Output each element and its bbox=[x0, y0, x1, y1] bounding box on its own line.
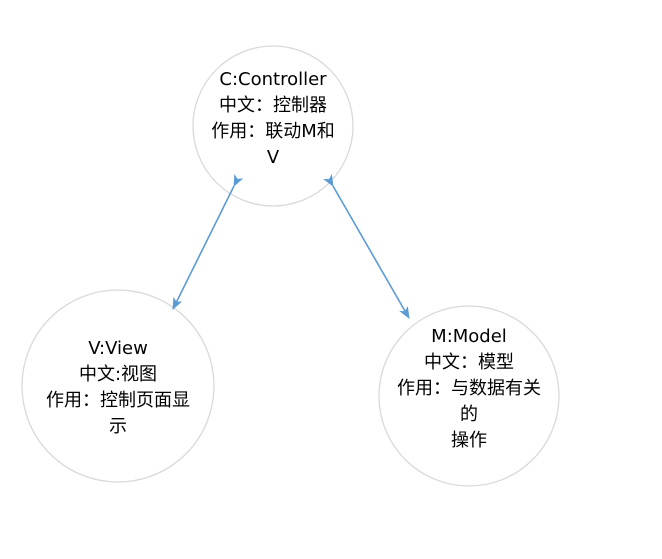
model-label: M:Model 中文：模型 作用：与数据有关 的 操作 bbox=[379, 324, 559, 454]
model-line-3: 作用：与数据有关 bbox=[397, 378, 541, 399]
view-line-3: 作用：控制页面显 bbox=[46, 390, 190, 411]
view-label: V:View 中文:视图 作用：控制页面显 示 bbox=[28, 336, 208, 440]
model-line-2: 中文：模型 bbox=[424, 352, 514, 373]
view-line-2: 中文:视图 bbox=[78, 364, 158, 385]
controller-line-2: 中文：控制器 bbox=[219, 95, 327, 116]
view-line-1: V:View bbox=[88, 338, 148, 359]
edge-controller-view bbox=[172, 173, 244, 310]
controller-line-4: V bbox=[266, 147, 280, 168]
model-line-4: 的 bbox=[460, 404, 478, 425]
edge-controller-model bbox=[323, 173, 410, 319]
view-line-4: 示 bbox=[109, 416, 127, 437]
model-line-5: 操作 bbox=[451, 430, 487, 451]
controller-label: C:Controller 中文：控制器 作用：联动M和 V bbox=[193, 67, 353, 171]
model-line-1: M:Model bbox=[431, 326, 507, 347]
controller-line-3: 作用：联动M和 bbox=[211, 121, 335, 142]
controller-line-1: C:Controller bbox=[219, 69, 327, 90]
mvc-diagram-canvas: C:Controller 中文：控制器 作用：联动M和 V V:View 中文:… bbox=[0, 0, 662, 559]
